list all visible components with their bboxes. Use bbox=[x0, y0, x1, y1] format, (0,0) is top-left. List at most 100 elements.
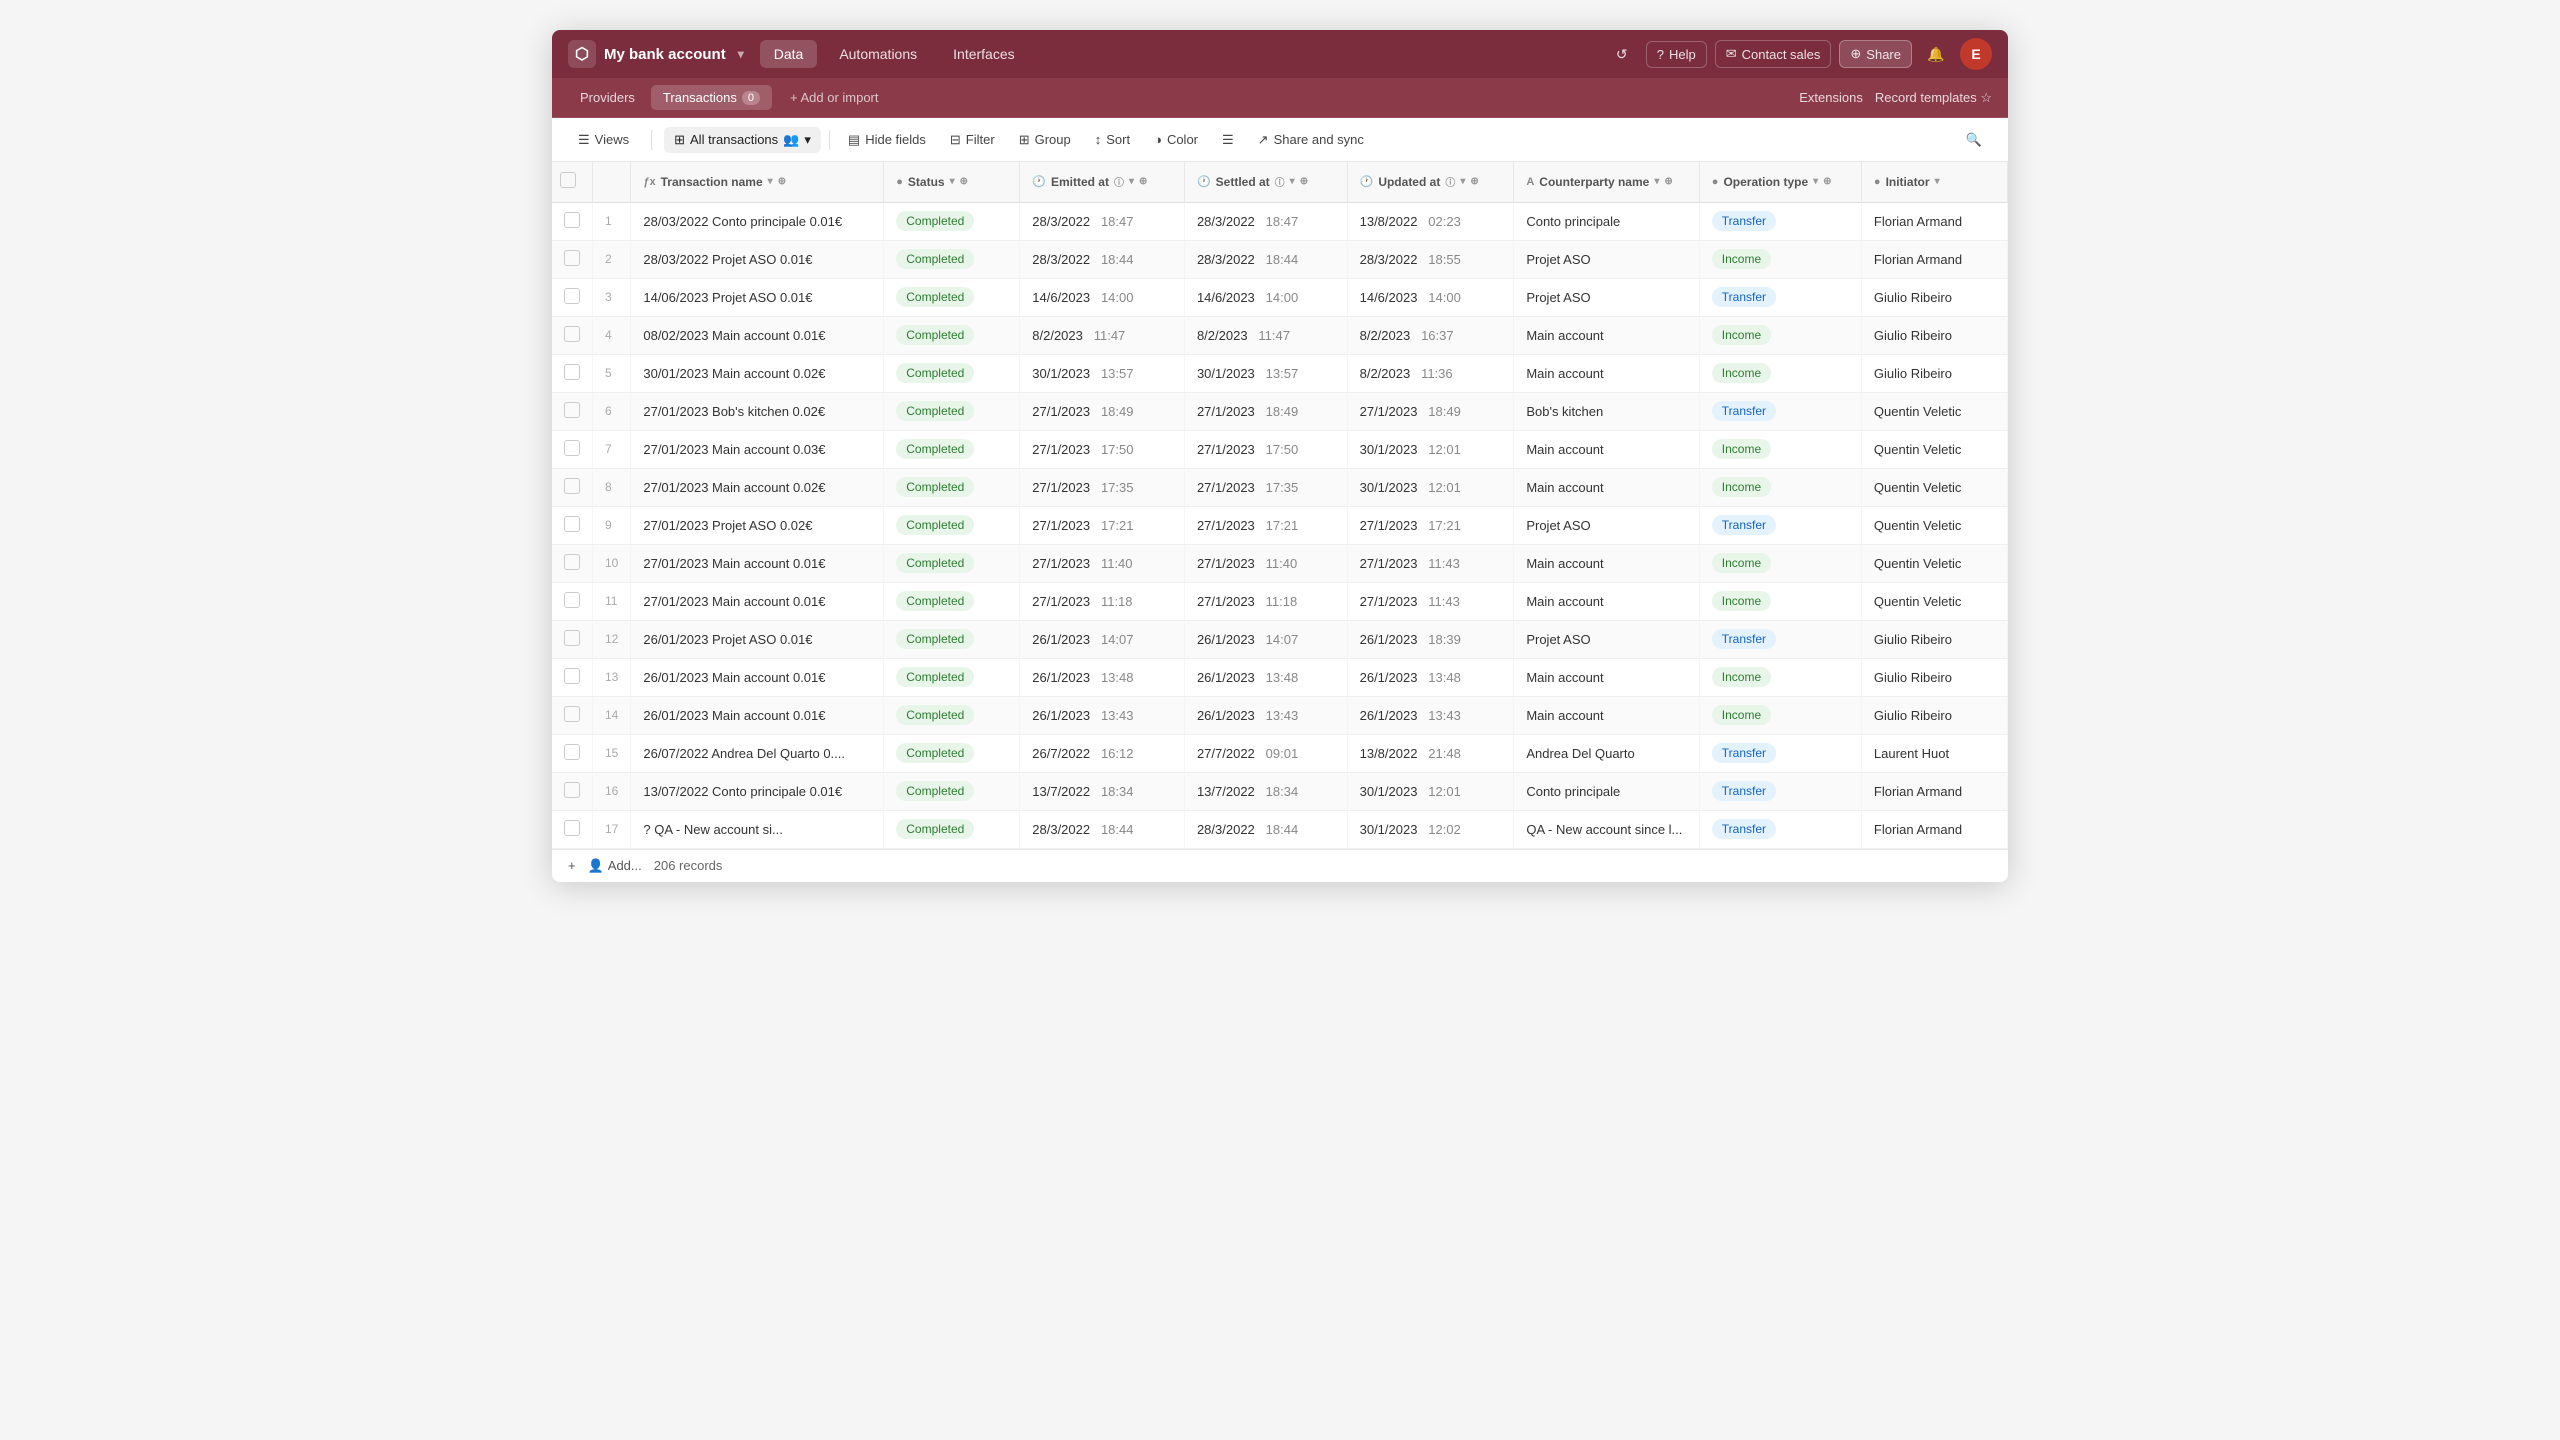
row-checkbox[interactable] bbox=[564, 326, 580, 342]
cell-transaction-name[interactable]: 26/01/2023 Main account 0.01€ bbox=[631, 696, 884, 734]
filter-button[interactable]: ⊟ Filter bbox=[940, 127, 1005, 153]
table-row[interactable]: 4 08/02/2023 Main account 0.01€ Complete… bbox=[552, 316, 2008, 354]
cell-transaction-name[interactable]: 28/03/2022 Conto principale 0.01€ bbox=[631, 202, 884, 240]
search-button[interactable]: 🔍 bbox=[1956, 127, 1992, 153]
select-all-checkbox[interactable] bbox=[560, 172, 576, 188]
table-row[interactable]: 16 13/07/2022 Conto principale 0.01€ Com… bbox=[552, 772, 2008, 810]
row-checkbox[interactable] bbox=[564, 250, 580, 266]
row-checkbox-cell[interactable] bbox=[552, 240, 593, 278]
share-sync-button[interactable]: ↗ Share and sync bbox=[1248, 127, 1374, 153]
header-updated-at[interactable]: 🕐 Updated at ⓘ ▾ ⊕ bbox=[1347, 162, 1514, 202]
nav-tab-data[interactable]: Data bbox=[760, 40, 818, 68]
row-checkbox[interactable] bbox=[564, 440, 580, 456]
row-checkbox[interactable] bbox=[564, 668, 580, 684]
row-checkbox-cell[interactable] bbox=[552, 544, 593, 582]
share-button[interactable]: ⊕ Share bbox=[1839, 40, 1912, 68]
notifications-button[interactable]: 🔔 bbox=[1920, 38, 1952, 70]
row-height-button[interactable]: ☰ bbox=[1212, 127, 1244, 153]
cell-transaction-name[interactable]: 30/01/2023 Main account 0.02€ bbox=[631, 354, 884, 392]
row-checkbox[interactable] bbox=[564, 820, 580, 836]
cell-transaction-name[interactable]: 27/01/2023 Main account 0.02€ bbox=[631, 468, 884, 506]
cell-transaction-name[interactable]: 14/06/2023 Projet ASO 0.01€ bbox=[631, 278, 884, 316]
table-row[interactable]: 13 26/01/2023 Main account 0.01€ Complet… bbox=[552, 658, 2008, 696]
updated-sort-icon[interactable]: ▾ bbox=[1460, 176, 1465, 187]
table-row[interactable]: 9 27/01/2023 Projet ASO 0.02€ Completed … bbox=[552, 506, 2008, 544]
emitted-sort-icon[interactable]: ▾ bbox=[1129, 176, 1134, 187]
optype-sort-icon[interactable]: ▾ bbox=[1813, 176, 1818, 187]
row-checkbox[interactable] bbox=[564, 592, 580, 608]
cell-transaction-name[interactable]: 26/01/2023 Main account 0.01€ bbox=[631, 658, 884, 696]
table-row[interactable]: 11 27/01/2023 Main account 0.01€ Complet… bbox=[552, 582, 2008, 620]
table-row[interactable]: 17 ? QA - New account si... Completed 28… bbox=[552, 810, 2008, 848]
settled-filter-icon[interactable]: ⊕ bbox=[1300, 176, 1308, 187]
views-button[interactable]: ☰ Views bbox=[568, 127, 639, 153]
row-checkbox[interactable] bbox=[564, 364, 580, 380]
row-checkbox[interactable] bbox=[564, 706, 580, 722]
header-emitted-at[interactable]: 🕐 Emitted at ⓘ ▾ ⊕ bbox=[1020, 162, 1185, 202]
sub-tab-transactions[interactable]: Transactions 0 bbox=[651, 85, 772, 110]
sub-tab-providers[interactable]: Providers bbox=[568, 85, 647, 110]
table-row[interactable]: 10 27/01/2023 Main account 0.01€ Complet… bbox=[552, 544, 2008, 582]
counterparty-filter-icon[interactable]: ⊕ bbox=[1664, 176, 1672, 187]
counterparty-sort-icon[interactable]: ▾ bbox=[1654, 176, 1659, 187]
table-row[interactable]: 15 26/07/2022 Andrea Del Quarto 0.... Co… bbox=[552, 734, 2008, 772]
history-button[interactable]: ↺ bbox=[1606, 38, 1638, 70]
initiator-sort-icon[interactable]: ▾ bbox=[1935, 176, 1940, 187]
cell-transaction-name[interactable]: 08/02/2023 Main account 0.01€ bbox=[631, 316, 884, 354]
row-checkbox[interactable] bbox=[564, 744, 580, 760]
cell-transaction-name[interactable]: ? QA - New account si... bbox=[631, 810, 884, 848]
row-checkbox-cell[interactable] bbox=[552, 468, 593, 506]
cell-transaction-name[interactable]: 27/01/2023 Bob's kitchen 0.02€ bbox=[631, 392, 884, 430]
cell-transaction-name[interactable]: 27/01/2023 Main account 0.01€ bbox=[631, 582, 884, 620]
row-checkbox-cell[interactable] bbox=[552, 620, 593, 658]
contact-sales-button[interactable]: ✉ Contact sales bbox=[1715, 40, 1832, 68]
header-settled-at[interactable]: 🕐 Settled at ⓘ ▾ ⊕ bbox=[1184, 162, 1347, 202]
row-checkbox-cell[interactable] bbox=[552, 810, 593, 848]
color-button[interactable]: ◑ Color bbox=[1144, 127, 1208, 152]
row-checkbox-cell[interactable] bbox=[552, 392, 593, 430]
row-checkbox[interactable] bbox=[564, 516, 580, 532]
header-initiator[interactable]: ● Initiator ▾ bbox=[1861, 162, 2007, 202]
add-record-label-button[interactable]: 👤 Add... bbox=[588, 858, 642, 874]
row-checkbox-cell[interactable] bbox=[552, 202, 593, 240]
row-checkbox[interactable] bbox=[564, 630, 580, 646]
row-checkbox-cell[interactable] bbox=[552, 734, 593, 772]
updated-filter-icon[interactable]: ⊕ bbox=[1470, 176, 1478, 187]
row-checkbox-cell[interactable] bbox=[552, 430, 593, 468]
row-checkbox-cell[interactable] bbox=[552, 772, 593, 810]
header-operation-type[interactable]: ● Operation type ▾ ⊕ bbox=[1699, 162, 1861, 202]
cell-transaction-name[interactable]: 28/03/2022 Projet ASO 0.01€ bbox=[631, 240, 884, 278]
table-row[interactable]: 5 30/01/2023 Main account 0.02€ Complete… bbox=[552, 354, 2008, 392]
row-checkbox[interactable] bbox=[564, 402, 580, 418]
extensions-link[interactable]: Extensions bbox=[1799, 90, 1863, 105]
active-view-button[interactable]: ⊞ All transactions 👥 ▾ bbox=[664, 127, 821, 153]
table-row[interactable]: 12 26/01/2023 Projet ASO 0.01€ Completed… bbox=[552, 620, 2008, 658]
row-checkbox-cell[interactable] bbox=[552, 506, 593, 544]
cell-transaction-name[interactable]: 27/01/2023 Projet ASO 0.02€ bbox=[631, 506, 884, 544]
table-row[interactable]: 2 28/03/2022 Projet ASO 0.01€ Completed … bbox=[552, 240, 2008, 278]
row-checkbox-cell[interactable] bbox=[552, 354, 593, 392]
avatar[interactable]: E bbox=[1960, 38, 1992, 70]
row-checkbox[interactable] bbox=[564, 782, 580, 798]
row-checkbox[interactable] bbox=[564, 554, 580, 570]
table-row[interactable]: 7 27/01/2023 Main account 0.03€ Complete… bbox=[552, 430, 2008, 468]
row-checkbox-cell[interactable] bbox=[552, 278, 593, 316]
record-templates-link[interactable]: Record templates ☆ bbox=[1875, 90, 1992, 106]
table-row[interactable]: 6 27/01/2023 Bob's kitchen 0.02€ Complet… bbox=[552, 392, 2008, 430]
row-checkbox[interactable] bbox=[564, 288, 580, 304]
row-checkbox[interactable] bbox=[564, 478, 580, 494]
add-or-import-button[interactable]: + Add or import bbox=[780, 85, 889, 110]
nav-tab-automations[interactable]: Automations bbox=[825, 40, 931, 68]
cell-transaction-name[interactable]: 27/01/2023 Main account 0.01€ bbox=[631, 544, 884, 582]
nav-tab-interfaces[interactable]: Interfaces bbox=[939, 40, 1028, 68]
add-record-button[interactable]: + bbox=[568, 858, 576, 873]
table-row[interactable]: 3 14/06/2023 Projet ASO 0.01€ Completed … bbox=[552, 278, 2008, 316]
header-status[interactable]: ● Status ▾ ⊕ bbox=[884, 162, 1020, 202]
cell-transaction-name[interactable]: 26/07/2022 Andrea Del Quarto 0.... bbox=[631, 734, 884, 772]
sort-button[interactable]: ↕ Sort bbox=[1085, 127, 1140, 152]
row-checkbox[interactable] bbox=[564, 212, 580, 228]
help-button[interactable]: ? Help bbox=[1646, 41, 1707, 68]
status-filter-icon[interactable]: ⊕ bbox=[960, 176, 968, 187]
row-checkbox-cell[interactable] bbox=[552, 582, 593, 620]
row-checkbox-cell[interactable] bbox=[552, 316, 593, 354]
